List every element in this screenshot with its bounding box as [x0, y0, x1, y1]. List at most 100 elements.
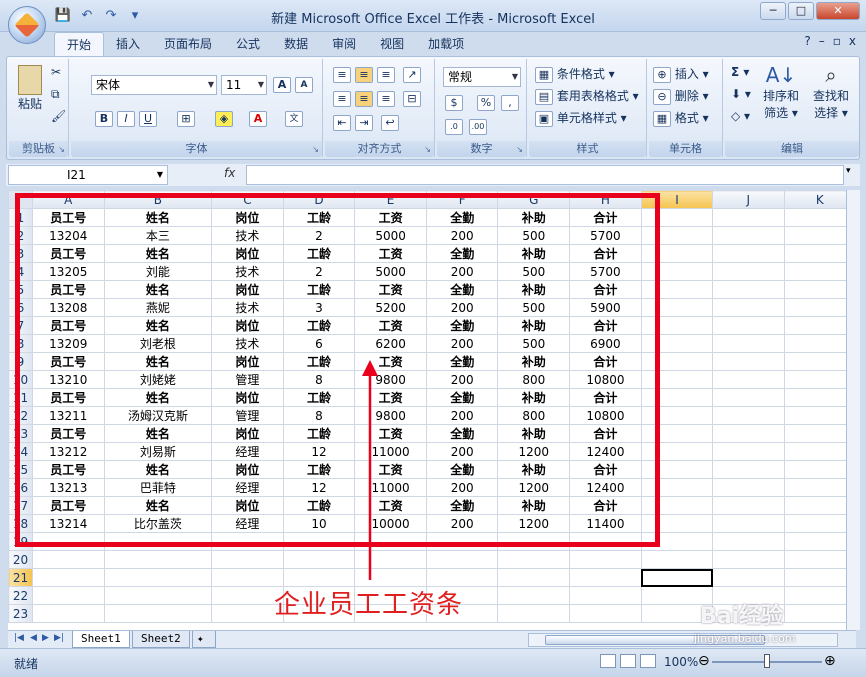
cell[interactable]: 200 [425, 262, 499, 281]
cell[interactable] [103, 604, 213, 623]
cell[interactable]: 工资 [354, 352, 427, 371]
cell[interactable]: 员工号 [31, 352, 105, 371]
cell[interactable] [640, 370, 714, 389]
comma-icon[interactable]: , [501, 95, 519, 111]
cell[interactable]: 合计 [569, 208, 642, 227]
cell[interactable] [783, 604, 856, 623]
cell[interactable]: 合计 [569, 352, 642, 371]
cell[interactable] [783, 568, 856, 587]
row-header[interactable]: 12 [8, 406, 33, 425]
cell[interactable] [211, 604, 284, 623]
cell[interactable]: 员工号 [31, 460, 105, 479]
bold-icon[interactable]: B [95, 111, 113, 127]
cell[interactable]: 汤姆汉克斯 [103, 406, 213, 425]
cell[interactable]: 姓名 [103, 388, 213, 407]
column-header[interactable]: G [497, 190, 571, 209]
row-header[interactable]: 1 [8, 208, 33, 227]
cell[interactable]: 全勤 [425, 388, 499, 407]
cell[interactable]: 800 [497, 370, 571, 389]
align-bottom-icon[interactable]: ≡ [377, 67, 395, 83]
phonetic-icon[interactable]: 文 [285, 111, 303, 127]
row-header[interactable]: 5 [8, 280, 33, 299]
cell[interactable] [640, 460, 714, 479]
cell[interactable]: 工资 [354, 496, 427, 515]
cell[interactable] [783, 442, 856, 461]
cell[interactable]: 姓名 [103, 496, 213, 515]
grow-font-icon[interactable]: A [273, 77, 291, 93]
cell[interactable] [211, 532, 284, 551]
cell[interactable] [712, 442, 785, 461]
shrink-font-icon[interactable]: A [295, 77, 313, 93]
cell[interactable]: 员工号 [31, 208, 105, 227]
cell[interactable] [712, 568, 785, 587]
cell[interactable] [569, 586, 642, 605]
row-header[interactable]: 21 [8, 568, 33, 587]
cell[interactable]: 补助 [497, 496, 571, 515]
tab-insert[interactable]: 插入 [104, 32, 152, 56]
cell[interactable]: 姓名 [103, 280, 213, 299]
cell[interactable]: 全勤 [425, 424, 499, 443]
cell[interactable]: 11000 [354, 478, 427, 497]
ribbon-minimize-icon[interactable]: – [819, 34, 825, 48]
cell[interactable]: 11400 [569, 514, 642, 533]
cell[interactable] [783, 532, 856, 551]
cell[interactable]: 合计 [569, 316, 642, 335]
row-header[interactable]: 23 [8, 604, 33, 623]
column-header[interactable]: C [211, 190, 284, 209]
column-header[interactable]: E [354, 190, 427, 209]
row-header[interactable]: 6 [8, 298, 33, 317]
cell[interactable] [783, 550, 856, 569]
cell[interactable]: 刘老根 [103, 334, 213, 353]
column-header[interactable]: F [425, 190, 499, 209]
cell[interactable]: 姓名 [103, 244, 213, 263]
first-sheet-icon[interactable]: |◀ [14, 633, 24, 643]
cell[interactable] [354, 550, 427, 569]
column-header[interactable]: K [783, 190, 856, 209]
cell[interactable]: 6 [282, 334, 356, 353]
cell[interactable]: 200 [425, 442, 499, 461]
cell[interactable]: 补助 [497, 460, 571, 479]
cell[interactable] [712, 424, 785, 443]
sort-filter-button[interactable]: A↓ 排序和 筛选 ▾ [759, 63, 803, 121]
row-header[interactable]: 14 [8, 442, 33, 461]
row-header[interactable]: 20 [8, 550, 33, 569]
column-header[interactable]: B [103, 190, 213, 209]
dialog-launcher-icon[interactable]: ↘ [424, 145, 431, 154]
cell[interactable] [712, 352, 785, 371]
row-header[interactable]: 22 [8, 586, 33, 605]
cell[interactable]: 500 [497, 298, 571, 317]
cell[interactable]: 刘能 [103, 262, 213, 281]
cell[interactable]: 全勤 [425, 280, 499, 299]
next-sheet-icon[interactable]: ▶ [42, 633, 49, 643]
cell[interactable] [640, 298, 714, 317]
cell[interactable]: 200 [425, 226, 499, 245]
cell[interactable]: 合计 [569, 424, 642, 443]
cell[interactable] [783, 460, 856, 479]
cell[interactable]: 500 [497, 334, 571, 353]
cell[interactable]: 姓名 [103, 208, 213, 227]
cell[interactable] [640, 208, 714, 227]
cell[interactable]: 员工号 [31, 424, 105, 443]
cell[interactable]: 全勤 [425, 352, 499, 371]
cell[interactable]: 补助 [497, 280, 571, 299]
tab-review[interactable]: 审阅 [320, 32, 368, 56]
find-select-button[interactable]: ⌕ 查找和 选择 ▾ [809, 63, 853, 121]
row-header[interactable]: 10 [8, 370, 33, 389]
office-button[interactable] [8, 6, 46, 44]
cell[interactable]: 补助 [497, 316, 571, 335]
cell[interactable] [640, 550, 714, 569]
paste-button[interactable]: 粘贴 [15, 65, 45, 112]
worksheet-grid[interactable]: A B C D E F G H I J K 1 员工号 姓名 岗位 工龄 工资 全勤 补助 合计 2 13204 本三 技术 2… [8, 190, 856, 630]
cell[interactable] [640, 532, 714, 551]
cell[interactable] [497, 568, 571, 587]
row-header[interactable]: 3 [8, 244, 33, 263]
cell[interactable]: 员工号 [31, 388, 105, 407]
cell[interactable]: 员工号 [31, 316, 105, 335]
cell[interactable]: 工资 [354, 316, 427, 335]
cell[interactable] [712, 496, 785, 515]
cell[interactable]: 工资 [354, 424, 427, 443]
cell[interactable]: 13213 [31, 478, 105, 497]
cell[interactable]: 12400 [569, 442, 642, 461]
cell[interactable]: 工龄 [282, 388, 356, 407]
help-icon[interactable]: ? [804, 34, 810, 48]
